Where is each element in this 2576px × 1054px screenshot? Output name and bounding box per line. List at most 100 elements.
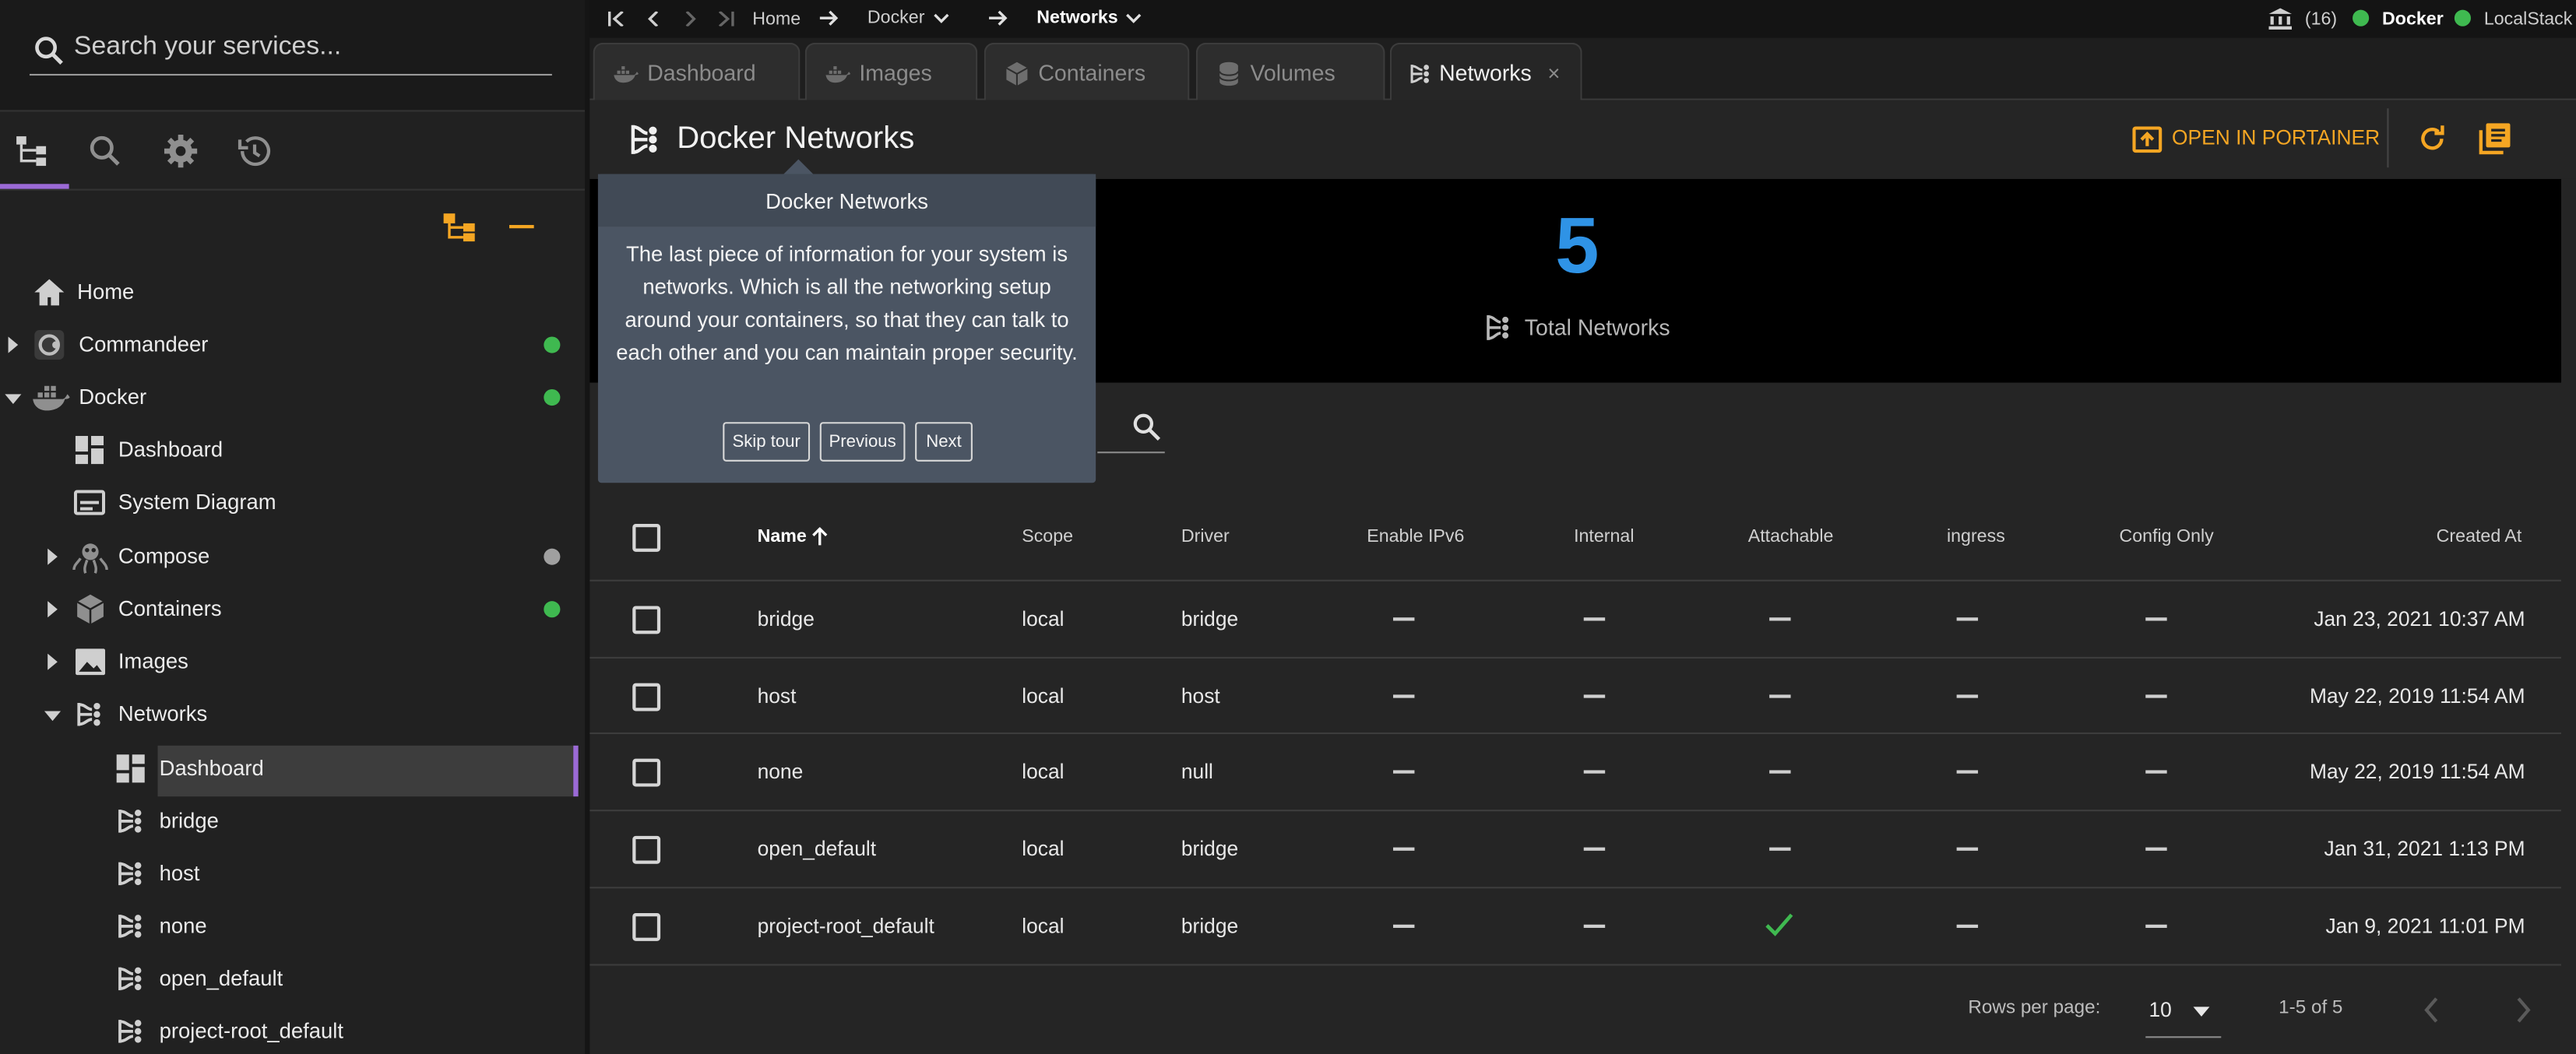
breadcrumb-docker[interactable]: Docker xyxy=(867,9,925,28)
tree-item-containers[interactable]: Containers xyxy=(0,583,585,636)
tree-item-commandeer[interactable]: Commandeer xyxy=(0,318,585,371)
rows-per-page-label: Rows per page: xyxy=(1968,998,2101,1019)
tab-networks[interactable]: Networks × xyxy=(1389,42,1582,100)
page-range: 1-5 of 5 xyxy=(2279,998,2343,1019)
caret-right-icon[interactable] xyxy=(6,336,19,353)
tree-item-networks[interactable]: Networks xyxy=(0,688,585,741)
column-header-driver[interactable]: Driver xyxy=(1181,527,1230,546)
cell-ingress-empty xyxy=(1956,847,1979,850)
cell-ingress-empty xyxy=(1956,694,1979,697)
forward-icon[interactable] xyxy=(684,11,697,26)
refresh-icon[interactable] xyxy=(2416,123,2448,154)
caret-down-icon[interactable] xyxy=(5,392,22,406)
tree-item-label: Images xyxy=(118,648,188,673)
network-icon xyxy=(1410,65,1430,83)
tree-item-home[interactable]: Home xyxy=(0,266,585,319)
tree-item-network-open-default[interactable]: open_default xyxy=(0,953,585,1006)
column-header-created-at[interactable]: Created At xyxy=(2437,527,2522,546)
caret-down-icon[interactable] xyxy=(44,709,62,722)
select-all-checkbox[interactable] xyxy=(632,523,661,552)
back-icon[interactable] xyxy=(647,11,660,26)
tree-view-icon[interactable] xyxy=(13,132,53,171)
table-search-icon[interactable] xyxy=(1132,413,1162,442)
column-header-internal[interactable]: Internal xyxy=(1574,527,1634,546)
tree-item-dashboard[interactable]: Dashboard xyxy=(0,423,585,476)
row-checkbox[interactable] xyxy=(632,683,661,711)
previous-button[interactable]: Previous xyxy=(819,422,906,462)
row-checkbox[interactable] xyxy=(632,758,661,787)
open-external-icon xyxy=(2132,126,2163,153)
history-icon[interactable] xyxy=(235,132,275,171)
row-checkbox[interactable] xyxy=(632,606,661,634)
status-dot-online xyxy=(544,336,561,353)
tree-item-networks-dashboard[interactable]: Dashboard xyxy=(0,743,585,797)
tree-item-label: Networks xyxy=(118,701,208,726)
search-tool-icon[interactable] xyxy=(86,132,125,171)
localstack-service-label[interactable]: LocalStack xyxy=(2484,10,2573,30)
image-icon xyxy=(76,648,106,676)
table-row[interactable]: host local host May 22, 2019 11:54 AM xyxy=(589,656,2562,733)
tree-item-network-bridge[interactable]: bridge xyxy=(0,795,585,848)
row-checkbox[interactable] xyxy=(632,912,661,941)
table-row[interactable]: bridge local bridge Jan 23, 2021 10:37 A… xyxy=(589,579,2562,656)
tree-item-label: none xyxy=(159,912,207,938)
home-icon xyxy=(34,279,65,306)
row-checkbox[interactable] xyxy=(632,835,661,864)
expand-tree-icon[interactable] xyxy=(442,210,478,243)
cell-name: none xyxy=(757,760,804,784)
next-page-icon[interactable] xyxy=(2515,997,2532,1024)
column-header-config-only[interactable]: Config Only xyxy=(2120,527,2214,546)
database-icon xyxy=(1219,61,1239,86)
caret-right-icon[interactable] xyxy=(46,601,59,618)
checkmark-icon xyxy=(1765,913,1793,936)
cell-scope: local xyxy=(1022,607,1065,631)
column-header-attachable[interactable]: Attachable xyxy=(1748,527,1834,546)
column-header-name[interactable]: Name xyxy=(758,527,807,546)
previous-page-icon[interactable] xyxy=(2423,997,2440,1024)
caret-right-icon[interactable] xyxy=(46,653,59,670)
tab-volumes[interactable]: Volumes xyxy=(1195,42,1385,100)
tree-item-system-diagram[interactable]: System Diagram xyxy=(0,476,585,529)
chevron-down-icon[interactable] xyxy=(1125,13,1142,25)
breadcrumb-networks[interactable]: Networks xyxy=(1036,9,1117,28)
open-in-portainer-button[interactable]: OPEN IN PORTAINER xyxy=(2129,121,2380,157)
tab-images[interactable]: Images xyxy=(804,42,978,100)
breadcrumb-home[interactable]: Home xyxy=(752,10,801,30)
tree-item-docker[interactable]: Docker xyxy=(0,371,585,424)
collapse-tree-icon[interactable] xyxy=(509,225,534,229)
table-search-input[interactable] xyxy=(1097,451,1165,454)
last-page-icon[interactable] xyxy=(718,11,734,26)
settings-gear-icon[interactable] xyxy=(161,132,201,171)
next-button[interactable]: Next xyxy=(915,422,973,462)
tree-item-network-host[interactable]: host xyxy=(0,848,585,901)
tree-item-images[interactable]: Images xyxy=(0,635,585,688)
column-header-ingress[interactable]: ingress xyxy=(1947,527,2005,546)
column-header-scope[interactable]: Scope xyxy=(1022,527,1073,546)
tab-dashboard[interactable]: Dashboard xyxy=(593,42,801,100)
table-row[interactable]: open_default local bridge Jan 31, 2021 1… xyxy=(589,810,2562,886)
bank-icon[interactable] xyxy=(2268,8,2293,30)
table-row[interactable]: project-root_default local bridge Jan 9,… xyxy=(589,887,2562,963)
caret-right-icon[interactable] xyxy=(46,548,59,565)
tree-item-compose[interactable]: Compose xyxy=(0,530,585,583)
tree-item-network-none[interactable]: none xyxy=(0,900,585,953)
tab-containers[interactable]: Containers xyxy=(984,42,1190,100)
logs-icon[interactable] xyxy=(2477,121,2511,156)
tree-item-network-project-root-default[interactable]: project-root_default xyxy=(0,1005,585,1054)
cell-ingress-empty xyxy=(1956,770,1979,773)
tab-label: Networks xyxy=(1439,61,1532,86)
column-header-ipv6[interactable]: Enable IPv6 xyxy=(1367,527,1464,546)
rows-per-page-select[interactable]: 10 xyxy=(2145,989,2222,1038)
search-input[interactable]: Search your services... xyxy=(74,33,341,62)
compose-octopus-icon xyxy=(72,543,108,574)
tab-close-icon[interactable]: × xyxy=(1547,61,1560,86)
docker-service-label[interactable]: Docker xyxy=(2382,10,2444,30)
table-row[interactable]: none local null May 22, 2019 11:54 AM xyxy=(589,732,2562,809)
sidebar-search[interactable]: Search your services... xyxy=(0,0,586,112)
network-icon xyxy=(118,862,142,886)
first-page-icon[interactable] xyxy=(608,11,625,26)
total-networks-count: 5 xyxy=(1555,203,1599,291)
skip-tour-button[interactable]: Skip tour xyxy=(723,422,811,462)
sort-ascending-icon[interactable] xyxy=(811,527,828,546)
chevron-down-icon[interactable] xyxy=(933,13,949,25)
